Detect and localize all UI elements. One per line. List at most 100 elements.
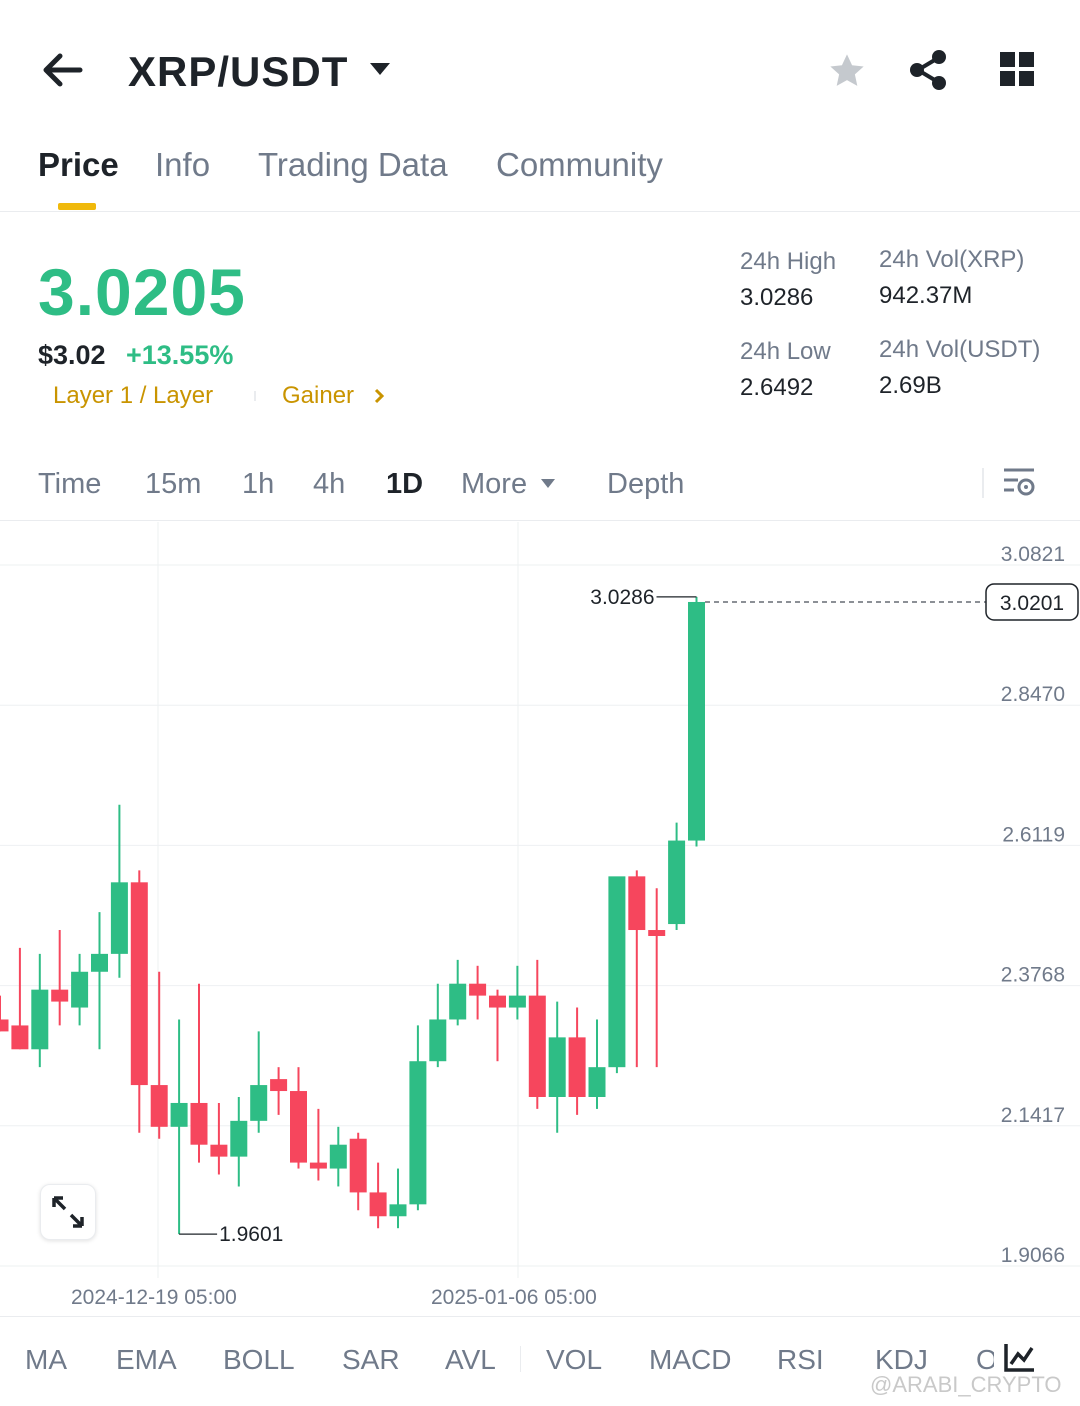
candle: [230, 1096, 248, 1187]
candle-body: [210, 1144, 228, 1157]
candle-body: [309, 1162, 327, 1169]
interval-4h[interactable]: 4h: [313, 468, 345, 501]
candle-body: [31, 989, 49, 1050]
pair-title[interactable]: XRP/USDT: [128, 48, 348, 96]
chevron-right-icon[interactable]: [372, 388, 386, 404]
interval-time[interactable]: Time: [38, 468, 101, 501]
favorite-star-icon[interactable]: [826, 50, 868, 92]
candle: [449, 959, 467, 1026]
price-change-percent: +13.55%: [126, 340, 234, 370]
back-arrow-icon[interactable]: [40, 50, 86, 90]
tab-community[interactable]: Community: [496, 146, 663, 184]
tag-layer1[interactable]: Layer 1 / Layer: [53, 382, 213, 410]
indicator-vol[interactable]: VOL: [546, 1344, 602, 1376]
expand-chart-button[interactable]: [40, 1184, 96, 1240]
tab-trading-data[interactable]: Trading Data: [258, 146, 448, 184]
indicator-ma[interactable]: MA: [25, 1344, 67, 1376]
indicator-macd[interactable]: MACD: [649, 1344, 731, 1376]
candle-body: [0, 1019, 9, 1032]
candle-body: [668, 840, 686, 925]
indicator-sar[interactable]: SAR: [342, 1344, 400, 1376]
indicator-rsi[interactable]: RSI: [777, 1344, 824, 1376]
vol-usdt-value: 2.69B: [879, 372, 942, 399]
chart-settings-icon[interactable]: [1002, 466, 1038, 500]
divider: [520, 1346, 521, 1372]
interval-1d[interactable]: 1D: [386, 468, 423, 501]
usd-price: $3.02: [38, 340, 106, 370]
y-tick-label: 2.6119: [1002, 823, 1065, 846]
low-label: 24h Low: [740, 338, 831, 365]
indicator-ema[interactable]: EMA: [116, 1344, 177, 1376]
candle-body: [170, 1102, 188, 1127]
indicator-settings-icon[interactable]: [1002, 1342, 1036, 1374]
candle-body: [409, 1061, 427, 1205]
candle-body: [628, 876, 646, 931]
interval-depth[interactable]: Depth: [607, 468, 684, 501]
candle-body: [648, 930, 666, 936]
candle: [309, 1108, 327, 1181]
tab-info[interactable]: Info: [155, 146, 210, 184]
candle-body: [508, 995, 526, 1008]
candle-body: [588, 1067, 606, 1097]
candle: [290, 1067, 307, 1169]
more-caret-icon[interactable]: [540, 478, 556, 490]
candle: [628, 870, 646, 1068]
divider: [0, 1316, 1080, 1317]
grid-menu-icon[interactable]: [998, 50, 1036, 88]
candle: [389, 1168, 407, 1229]
low-marker-label: 1.9601: [219, 1223, 283, 1246]
divider: [982, 468, 984, 498]
high-label: 24h High: [740, 248, 837, 275]
tab-active-indicator: [58, 203, 96, 210]
tag-gainer[interactable]: Gainer: [282, 382, 354, 410]
candle-body: [369, 1192, 387, 1217]
high-marker-label: 3.0286: [590, 586, 654, 609]
candle: [51, 930, 69, 1026]
interval-more[interactable]: More: [461, 468, 527, 501]
y-tick-label: 2.1417: [1001, 1104, 1065, 1127]
candle-body: [230, 1120, 248, 1157]
candle: [270, 1067, 288, 1115]
candlestick-chart[interactable]: 3.0201 3.0286 1.9601 3.0821 2.8470 2.6119 2.3…: [0, 522, 1080, 1316]
vol-xrp-value: 942.37M: [879, 282, 973, 309]
indicator-avl[interactable]: AVL: [445, 1344, 496, 1376]
candle: [250, 1031, 268, 1133]
candle: [31, 953, 49, 1068]
candle: [528, 959, 546, 1109]
interval-15m[interactable]: 15m: [145, 468, 201, 501]
y-tick-label: 2.3768: [1001, 964, 1065, 987]
share-icon[interactable]: [906, 48, 950, 92]
candle-body: [71, 971, 89, 1008]
candle: [349, 1132, 367, 1211]
candle: [369, 1162, 387, 1229]
candle: [11, 947, 29, 1050]
candle-body: [290, 1091, 307, 1163]
indicator-boll[interactable]: BOLL: [223, 1344, 295, 1376]
candle-body: [489, 995, 506, 1008]
interval-1h[interactable]: 1h: [242, 468, 274, 501]
tab-price[interactable]: Price: [38, 146, 119, 184]
candle-body: [270, 1079, 288, 1092]
candle-body: [389, 1204, 407, 1217]
candle: [469, 965, 487, 1020]
expand-icon: [52, 1196, 84, 1228]
candle-body: [469, 983, 487, 996]
candle-body: [548, 1037, 566, 1097]
candle: [0, 995, 9, 1032]
tag-separator: [254, 391, 256, 401]
candle: [548, 1001, 566, 1133]
pair-dropdown-icon[interactable]: [368, 60, 392, 78]
candle-body: [11, 1025, 29, 1050]
candle-body: [568, 1037, 586, 1097]
candle-body: [329, 1144, 347, 1169]
candle-body: [130, 882, 148, 1086]
candle: [568, 1007, 586, 1115]
candle-body: [608, 876, 626, 1068]
candle-body: [349, 1138, 367, 1193]
candle-body: [688, 601, 705, 841]
y-axis: 3.0821 2.8470 2.6119 2.3768 2.1417 1.9066: [1001, 543, 1065, 1267]
candle-body: [91, 953, 108, 972]
candle: [429, 983, 447, 1068]
high-value: 3.0286: [740, 284, 814, 311]
candle: [409, 1025, 427, 1211]
